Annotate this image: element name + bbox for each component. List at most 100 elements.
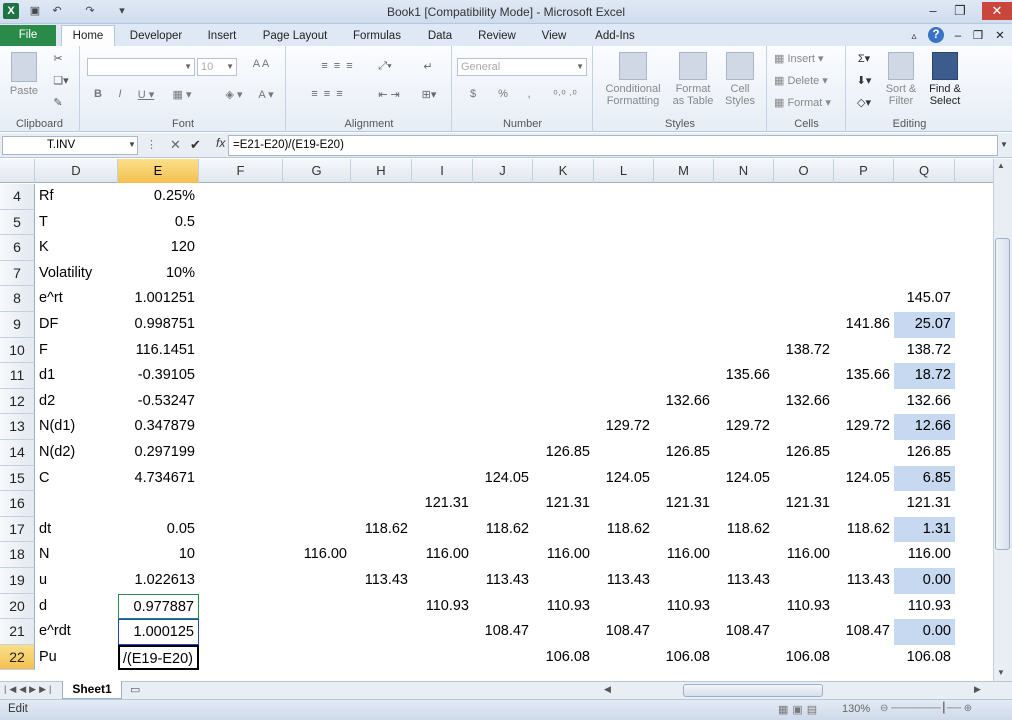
- name-box[interactable]: T.INV: [2, 136, 138, 155]
- insert-function-button[interactable]: fx: [216, 136, 228, 150]
- name-box-dropdown-icon[interactable]: ▼: [128, 140, 136, 149]
- indent-icons[interactable]: ⇤ ⇥: [371, 88, 407, 101]
- tab-review[interactable]: Review: [472, 27, 522, 46]
- tree-cell[interactable]: 121.31: [654, 491, 714, 517]
- borders-icon[interactable]: ▦ ▾: [169, 88, 195, 101]
- tree-cell[interactable]: 121.31: [894, 491, 955, 517]
- sort-filter-button[interactable]: Sort & Filter: [881, 52, 921, 107]
- tree-cell[interactable]: 138.72: [774, 338, 834, 364]
- row-header[interactable]: 12: [0, 388, 35, 415]
- label-cell[interactable]: d2: [35, 389, 118, 415]
- expand-formula-icon[interactable]: ▼: [1000, 140, 1008, 149]
- scroll-right-icon[interactable]: ▶: [974, 684, 981, 695]
- tree-cell[interactable]: 113.43: [473, 568, 533, 594]
- tree-cell[interactable]: 110.93: [533, 594, 594, 620]
- tree-cell[interactable]: 108.47: [714, 619, 774, 645]
- tree-cell[interactable]: 121.31: [774, 491, 834, 517]
- cancel-edit-icon[interactable]: ✕: [170, 137, 181, 153]
- zoom-slider[interactable]: ⊖ ───────┃── ⊕: [880, 703, 990, 715]
- restore-icon[interactable]: ❐: [947, 2, 973, 20]
- tree-cell[interactable]: 132.66: [774, 389, 834, 415]
- tree-cell[interactable]: 129.72: [834, 414, 894, 440]
- tree-cell[interactable]: 135.66: [714, 363, 774, 389]
- tree-cell[interactable]: 0.00: [894, 568, 955, 594]
- label-cell[interactable]: N: [35, 542, 118, 568]
- doc-restore-icon[interactable]: ❐: [970, 27, 986, 46]
- worksheet-grid[interactable]: 4 Rf 0.25% 5 T 0.5 6 K 120 7 Volatility 10% 8 e^rt 1.0…: [0, 184, 993, 681]
- confirm-edit-icon[interactable]: ✔: [190, 137, 201, 153]
- tree-cell[interactable]: 116.00: [533, 542, 594, 568]
- tree-cell[interactable]: 118.62: [834, 517, 894, 543]
- label-cell[interactable]: d1: [35, 363, 118, 389]
- label-cell[interactable]: dt: [35, 517, 118, 543]
- vertical-scroll-thumb[interactable]: [995, 238, 1010, 550]
- value-cell[interactable]: 0.25%: [118, 184, 199, 210]
- tab-add-ins[interactable]: Add-Ins: [586, 27, 644, 46]
- tree-cell[interactable]: 124.05: [834, 466, 894, 492]
- label-cell[interactable]: e^rt: [35, 286, 118, 312]
- comma-style-icon[interactable]: ,: [519, 88, 539, 100]
- tree-cell[interactable]: 0.00: [894, 619, 955, 645]
- column-header-l[interactable]: L: [594, 159, 654, 183]
- paste-button[interactable]: Paste: [8, 52, 40, 97]
- doc-minimize-icon[interactable]: –: [950, 27, 966, 46]
- column-header-d[interactable]: D: [35, 159, 118, 183]
- underline-icon[interactable]: U ▾: [135, 88, 157, 101]
- row-header[interactable]: 10: [0, 337, 35, 364]
- format-as-table-button[interactable]: Format as Table: [668, 52, 718, 107]
- tree-cell[interactable]: 110.93: [894, 594, 955, 620]
- cell-styles-button[interactable]: Cell Styles: [720, 52, 760, 107]
- row-header[interactable]: 20: [0, 593, 35, 620]
- font-color-icon[interactable]: A ▾: [253, 88, 279, 101]
- column-header-i[interactable]: I: [412, 159, 473, 183]
- column-header-g[interactable]: G: [283, 159, 351, 183]
- tree-cell[interactable]: 108.47: [834, 619, 894, 645]
- row-header[interactable]: 22: [0, 644, 35, 671]
- value-cell[interactable]: 10%: [118, 261, 199, 287]
- autosum-icon[interactable]: Σ▾: [853, 52, 875, 65]
- scroll-up-icon[interactable]: ▲: [997, 161, 1005, 170]
- tree-cell[interactable]: 116.00: [894, 542, 955, 568]
- row-header[interactable]: 13: [0, 414, 35, 440]
- value-cell[interactable]: -0.53247: [118, 389, 199, 415]
- value-cell[interactable]: 0.5: [118, 210, 199, 236]
- formula-input[interactable]: =E21-E20)/(E19-E20): [228, 135, 998, 156]
- tree-cell[interactable]: 106.08: [654, 645, 714, 671]
- tree-cell[interactable]: 121.31: [412, 491, 473, 517]
- row-header[interactable]: 9: [0, 312, 35, 338]
- tree-cell[interactable]: 124.05: [594, 466, 654, 492]
- tree-cell[interactable]: 113.43: [714, 568, 774, 594]
- font-size-dropdown[interactable]: 10 ▼: [197, 58, 237, 76]
- label-cell[interactable]: C: [35, 466, 118, 492]
- row-header[interactable]: 14: [0, 440, 35, 466]
- tree-cell[interactable]: 129.72: [594, 414, 654, 440]
- select-all-corner[interactable]: [0, 159, 35, 183]
- help-icon[interactable]: ?: [928, 27, 944, 43]
- tab-view[interactable]: View: [532, 27, 576, 46]
- tree-cell[interactable]: 110.93: [774, 594, 834, 620]
- row-header[interactable]: 5: [0, 209, 35, 236]
- tab-data[interactable]: Data: [420, 27, 460, 46]
- tree-cell[interactable]: 108.47: [473, 619, 533, 645]
- label-cell[interactable]: Rf: [35, 184, 118, 210]
- active-edit-cell[interactable]: /(E19-E20): [118, 644, 199, 671]
- percent-button[interactable]: %: [493, 88, 513, 100]
- scroll-left-icon[interactable]: ◀: [604, 684, 611, 695]
- scroll-down-icon[interactable]: ▼: [997, 668, 1005, 677]
- label-cell[interactable]: F: [35, 338, 118, 364]
- tree-cell[interactable]: 106.08: [533, 645, 594, 671]
- value-cell[interactable]: 1.001251: [118, 286, 199, 312]
- tree-cell[interactable]: 135.66: [834, 363, 894, 389]
- column-header-f[interactable]: F: [199, 159, 283, 183]
- tab-developer[interactable]: Developer: [125, 27, 187, 46]
- tree-cell[interactable]: 1.31: [894, 516, 955, 543]
- tree-cell[interactable]: 121.31: [533, 491, 594, 517]
- label-cell[interactable]: e^rdt: [35, 619, 118, 645]
- copy-icon[interactable]: ❏▾: [50, 74, 72, 87]
- tree-cell[interactable]: 126.85: [894, 440, 955, 466]
- row-header[interactable]: 17: [0, 516, 35, 543]
- row-header[interactable]: 8: [0, 286, 35, 312]
- tab-formulas[interactable]: Formulas: [344, 27, 410, 46]
- column-header-m[interactable]: M: [654, 159, 714, 183]
- column-header-o[interactable]: O: [774, 159, 834, 183]
